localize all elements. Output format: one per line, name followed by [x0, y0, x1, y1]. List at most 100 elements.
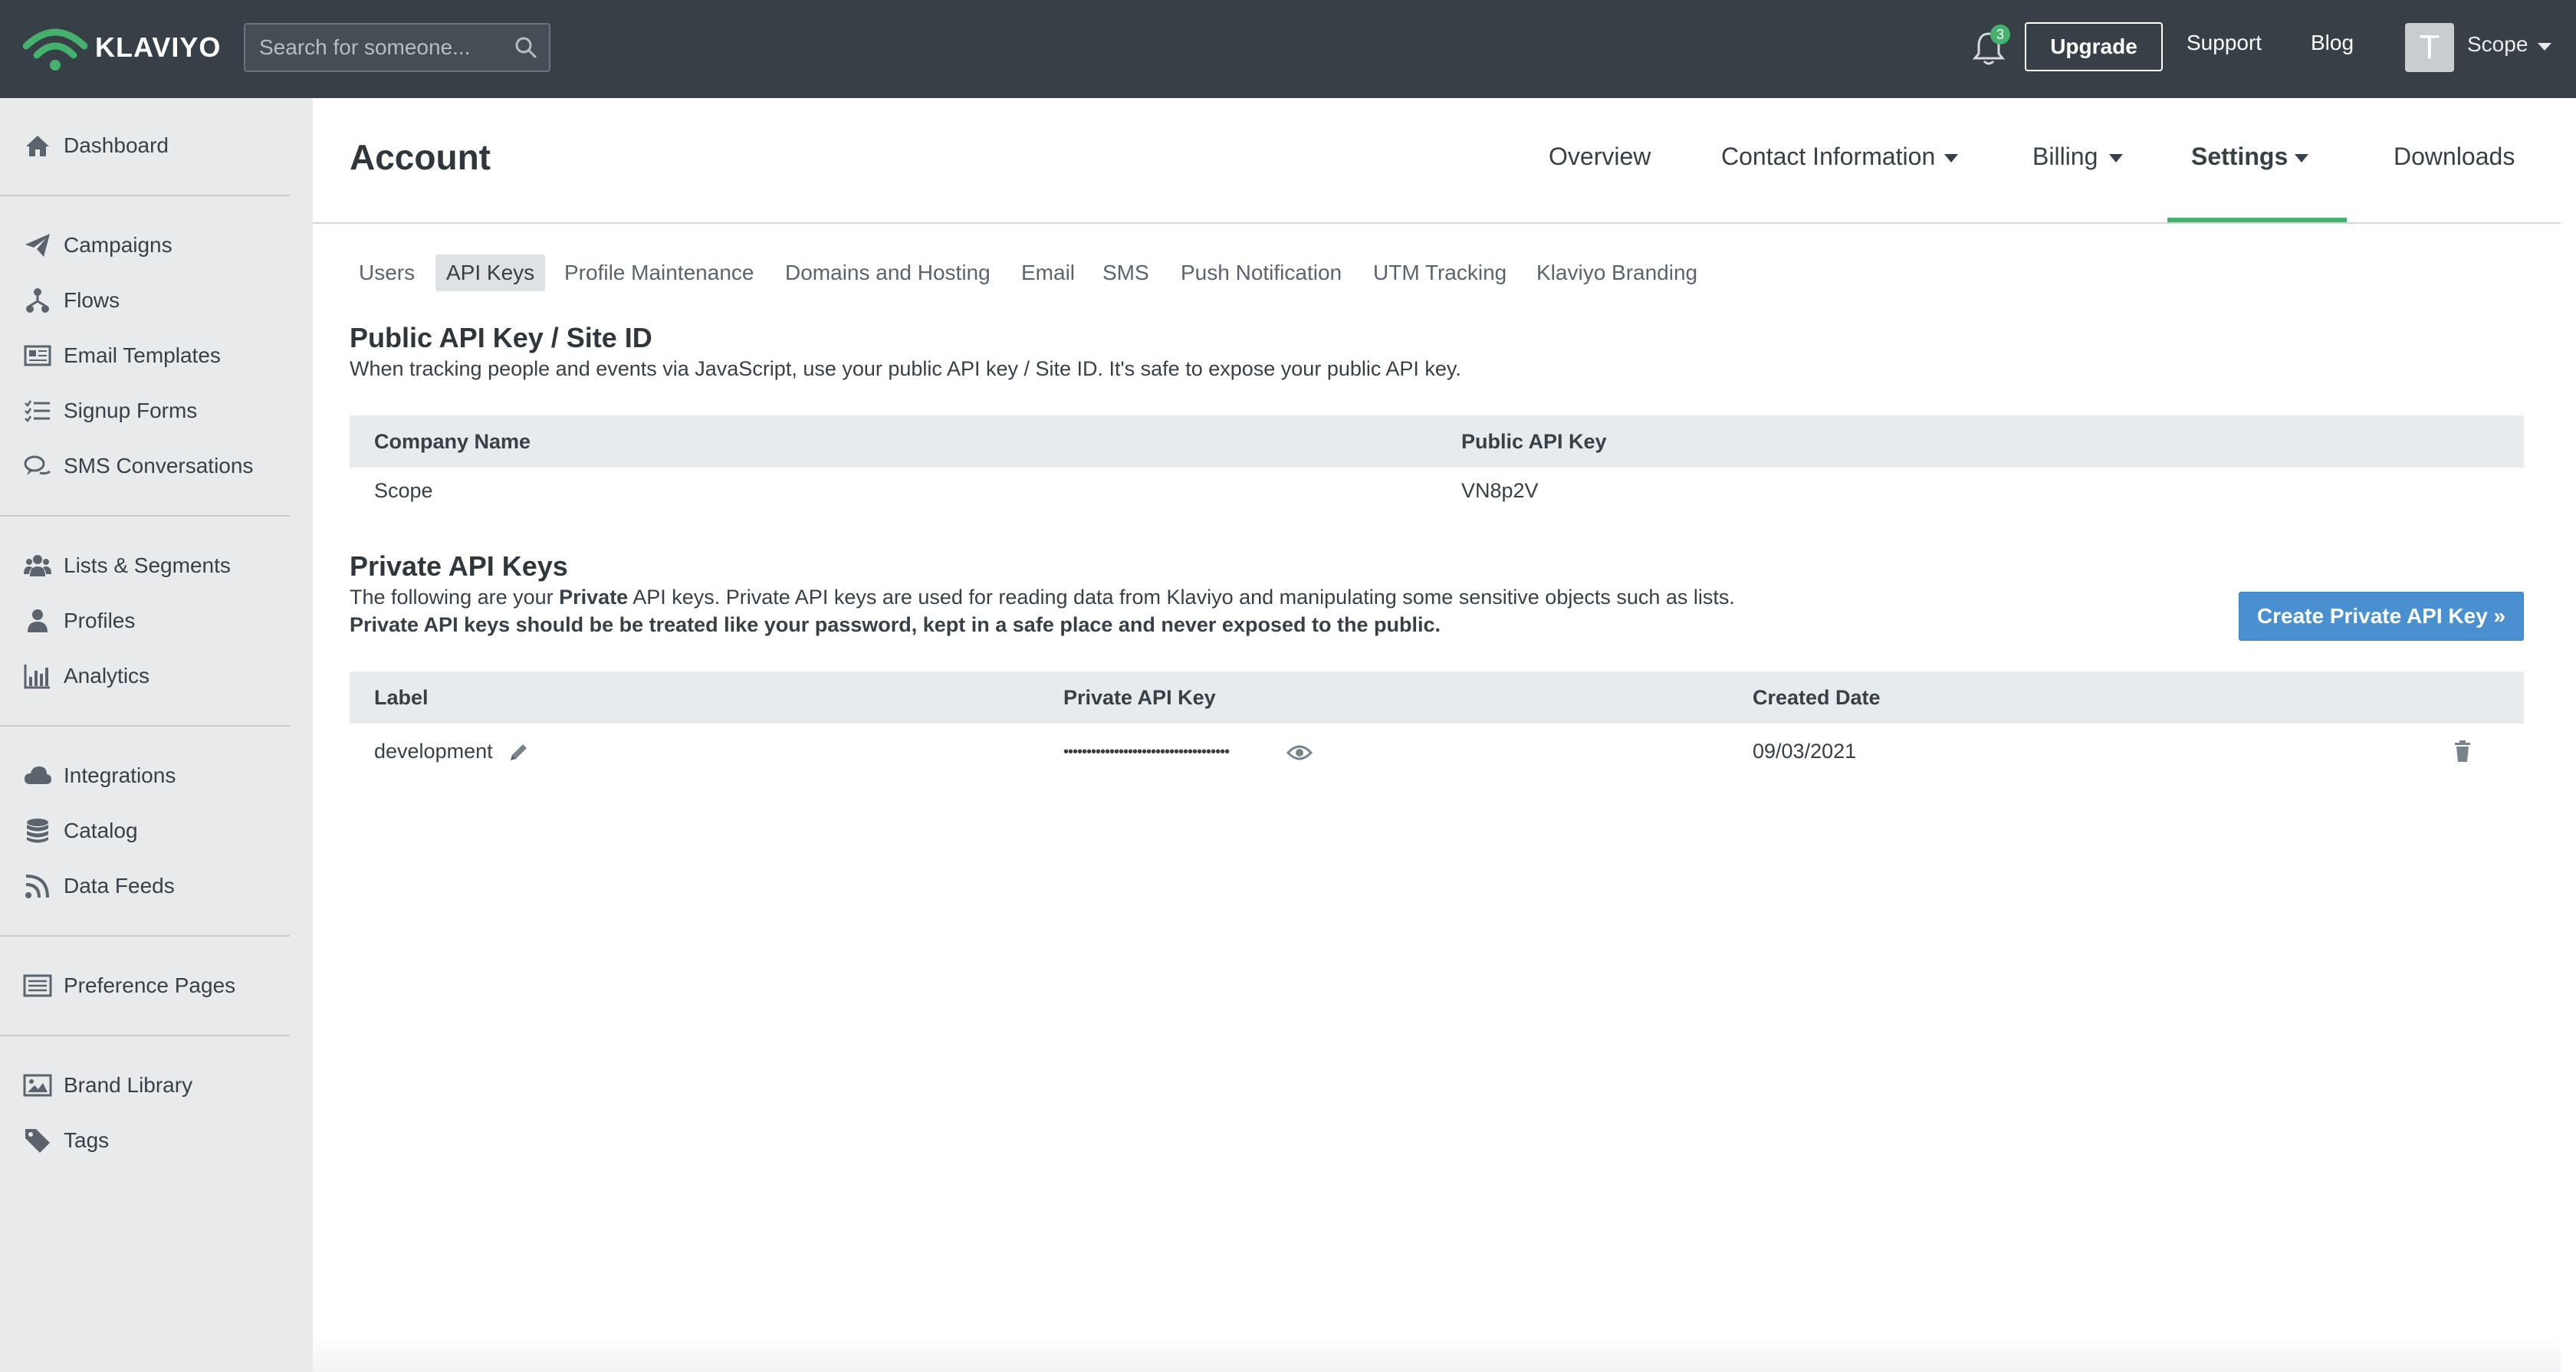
- active-tab-indicator: [2167, 218, 2347, 222]
- created-date-cell: 09/03/2021: [1753, 740, 1857, 763]
- subtab-utm-tracking[interactable]: UTM Tracking: [1362, 254, 1517, 291]
- sidebar-item-label: Tags: [64, 1128, 110, 1152]
- column-header: Private API Key: [1063, 686, 1216, 709]
- sidebar: Dashboard Campaigns Flows Email Template…: [0, 98, 313, 1372]
- sidebar-item-lists-segments[interactable]: Lists & Segments: [0, 544, 313, 587]
- subtab-profile-maintenance[interactable]: Profile Maintenance: [554, 254, 764, 291]
- klaviyo-logo-icon: [23, 28, 87, 71]
- sidebar-item-label: Signup Forms: [64, 399, 198, 422]
- logo-text: KLAVIYO: [95, 31, 222, 63]
- company-name-cell: Scope: [374, 479, 433, 502]
- column-header: Created Date: [1753, 686, 1881, 709]
- bottom-shade: [313, 1334, 2561, 1372]
- sidebar-item-label: Preference Pages: [64, 973, 236, 997]
- sidebar-item-label: Lists & Segments: [64, 553, 231, 577]
- subtab-api-keys[interactable]: API Keys: [435, 254, 546, 291]
- chevron-down-icon[interactable]: [2295, 154, 2308, 162]
- tab-billing[interactable]: Billing: [2032, 143, 2098, 171]
- sidebar-item-profiles[interactable]: Profiles: [0, 599, 313, 642]
- sidebar-item-label: Analytics: [64, 664, 150, 688]
- notification-badge: 3: [1990, 25, 2010, 44]
- tab-settings[interactable]: Settings: [2191, 143, 2288, 171]
- sidebar-item-label: Campaigns: [64, 233, 172, 257]
- tab-overview[interactable]: Overview: [1549, 143, 1651, 171]
- public-api-description: When tracking people and events via Java…: [350, 357, 1461, 380]
- sidebar-item-integrations[interactable]: Integrations: [0, 754, 313, 797]
- newspaper-icon: [24, 345, 51, 366]
- bar-chart-icon: [24, 665, 50, 689]
- tag-icon: [25, 1129, 50, 1153]
- subtab-push-notification[interactable]: Push Notification: [1170, 254, 1352, 291]
- desc-prefix: The following are your: [350, 586, 560, 609]
- user-menu-name[interactable]: Scope: [2467, 32, 2528, 57]
- list-alt-icon: [23, 974, 52, 997]
- public-api-title: Public API Key / Site ID: [350, 322, 652, 353]
- support-link[interactable]: Support: [2187, 31, 2262, 55]
- sidebar-item-sms-conversations[interactable]: SMS Conversations: [0, 445, 313, 487]
- key-label-cell: development: [374, 740, 493, 763]
- top-bar: KLAVIYO 3 Upgrade Support Blog T Scope: [0, 0, 2576, 98]
- sidebar-item-label: SMS Conversations: [64, 454, 254, 478]
- users-icon: [24, 555, 51, 576]
- sidebar-divider: [0, 725, 290, 727]
- public-api-key-cell[interactable]: VN8p2V: [1461, 479, 1539, 503]
- column-header: Label: [374, 686, 429, 709]
- private-api-description: The following are your Private API keys.…: [350, 586, 1735, 609]
- search-box[interactable]: [244, 23, 550, 72]
- tab-contact-information[interactable]: Contact Information: [1721, 143, 1935, 171]
- blog-link[interactable]: Blog: [2311, 31, 2354, 55]
- sidebar-item-campaigns[interactable]: Campaigns: [0, 224, 313, 267]
- search-icon[interactable]: [514, 35, 538, 60]
- sidebar-item-label: Catalog: [64, 819, 138, 842]
- subtab-domains-hosting[interactable]: Domains and Hosting: [774, 254, 1001, 291]
- column-header: Public API Key: [1461, 430, 1607, 453]
- flows-icon: [26, 288, 49, 313]
- sidebar-item-label: Data Feeds: [64, 874, 175, 898]
- subtab-users[interactable]: Users: [348, 254, 426, 291]
- paper-plane-icon: [25, 234, 50, 257]
- sidebar-divider: [0, 935, 290, 937]
- cloud-icon: [25, 766, 51, 784]
- sidebar-item-analytics[interactable]: Analytics: [0, 655, 313, 697]
- create-private-api-key-button[interactable]: Create Private API Key »: [2239, 592, 2524, 641]
- pencil-icon[interactable]: [508, 740, 531, 763]
- chevron-down-icon[interactable]: [2538, 43, 2551, 51]
- sidebar-item-preference-pages[interactable]: Preference Pages: [0, 964, 313, 1007]
- home-icon: [26, 136, 49, 156]
- subtab-email[interactable]: Email: [1010, 254, 1086, 291]
- column-header: Company Name: [374, 430, 531, 453]
- chevron-down-icon[interactable]: [1944, 154, 1958, 162]
- tabs-divider: [313, 222, 2561, 224]
- avatar[interactable]: T: [2405, 23, 2454, 72]
- list-check-icon: [25, 400, 50, 422]
- sidebar-item-dashboard[interactable]: Dashboard: [0, 124, 313, 167]
- upgrade-button[interactable]: Upgrade: [2025, 22, 2163, 71]
- sidebar-item-catalog[interactable]: Catalog: [0, 809, 313, 852]
- database-icon: [27, 819, 48, 843]
- sidebar-item-label: Email Templates: [64, 343, 221, 367]
- sidebar-item-tags[interactable]: Tags: [0, 1119, 313, 1162]
- private-api-key-cell: ••••••••••••••••••••••••••••••••••••: [1063, 743, 1230, 760]
- sidebar-divider: [0, 1035, 290, 1036]
- subtab-klaviyo-branding[interactable]: Klaviyo Branding: [1526, 254, 1708, 291]
- sidebar-item-data-feeds[interactable]: Data Feeds: [0, 865, 313, 908]
- tab-downloads[interactable]: Downloads: [2394, 143, 2515, 171]
- page-title: Account: [350, 137, 491, 177]
- klaviyo-logo[interactable]: KLAVIYO: [23, 23, 221, 72]
- rss-icon: [25, 875, 49, 898]
- desc-suffix: API keys. Private API keys are used for …: [628, 586, 1735, 609]
- sidebar-item-brand-library[interactable]: Brand Library: [0, 1064, 313, 1107]
- eye-icon[interactable]: [1286, 742, 1313, 763]
- private-api-warning: Private API keys should be be treated li…: [350, 613, 1441, 636]
- subtab-sms[interactable]: SMS: [1092, 254, 1160, 291]
- sidebar-item-flows[interactable]: Flows: [0, 279, 313, 322]
- user-icon: [28, 609, 48, 632]
- sidebar-item-label: Flows: [64, 288, 120, 312]
- sidebar-item-email-templates[interactable]: Email Templates: [0, 334, 313, 377]
- chevron-down-icon[interactable]: [2109, 154, 2123, 162]
- trash-icon[interactable]: [2453, 740, 2472, 763]
- private-api-table-header: Label Private API Key Created Date: [350, 671, 2524, 724]
- sidebar-item-signup-forms[interactable]: Signup Forms: [0, 389, 313, 432]
- chat-bubbles-icon: [24, 455, 51, 475]
- search-input[interactable]: [245, 25, 506, 71]
